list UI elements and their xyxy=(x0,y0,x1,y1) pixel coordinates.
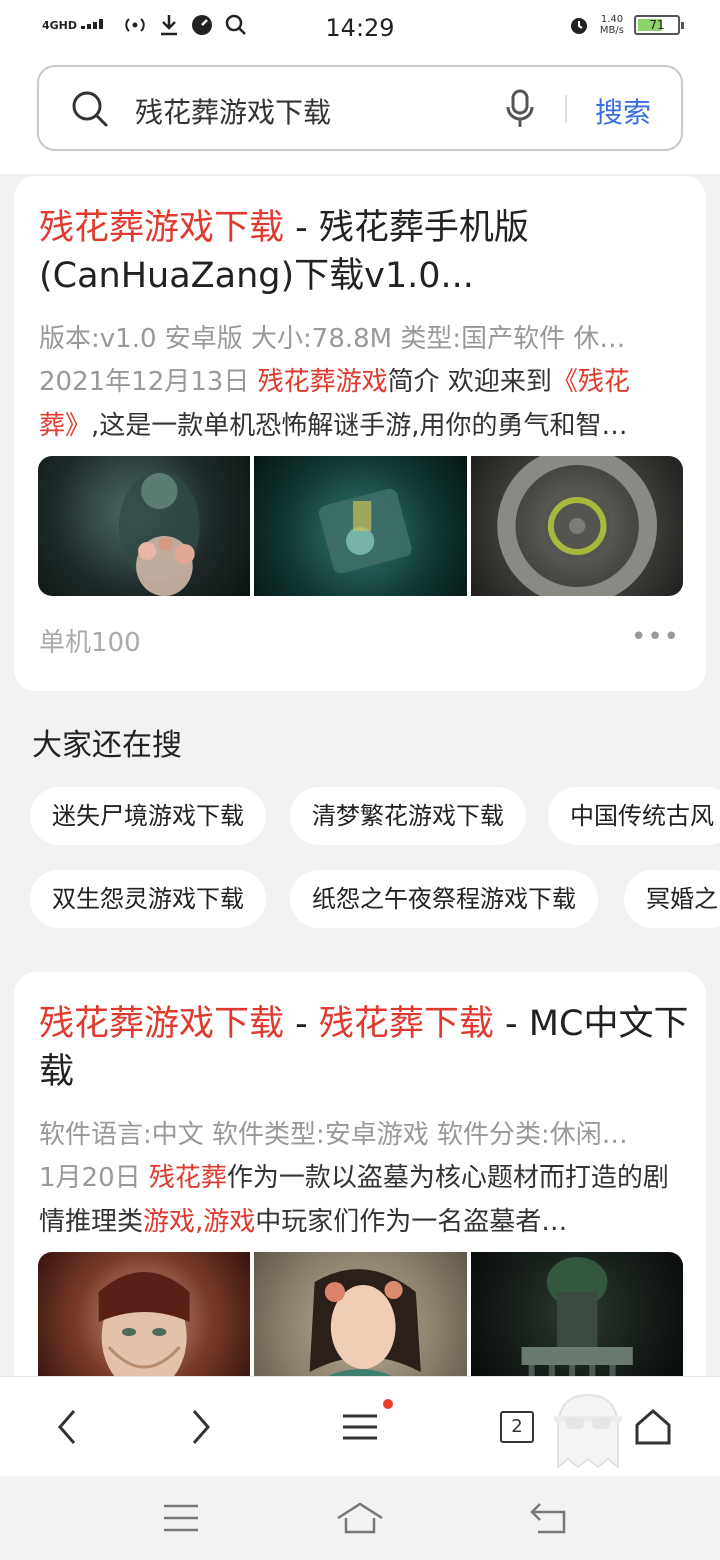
related-chip[interactable]: 双生怨灵游戏下载 xyxy=(30,870,266,928)
result-snippet: 2021年12月13日 残花葬游戏简介 欢迎来到《残花葬》,这是一款单机恐怖解谜… xyxy=(39,360,689,448)
battery-level: 71 xyxy=(649,18,665,32)
statue-graphic xyxy=(521,1257,633,1392)
microphone-icon[interactable] xyxy=(505,89,535,129)
related-chip[interactable]: 冥婚之 xyxy=(624,870,720,928)
game-art-graphic xyxy=(118,471,200,596)
snippet-part: ,这是一款单机恐怖解谜手游,用你的勇气和智… xyxy=(91,411,628,441)
result-snippet: 1月20日 残花葬作为一款以盗墓为核心题材而打造的剧情推理类游戏,游戏中玩家们作… xyxy=(39,1156,689,1244)
snippet-part: 简介 欢迎来到 xyxy=(387,367,552,397)
snippet-part: 残花葬 xyxy=(148,1163,227,1193)
forward-icon[interactable] xyxy=(186,1397,216,1457)
thumbnail-image[interactable] xyxy=(254,1252,467,1392)
system-back-icon[interactable] xyxy=(528,1500,568,1536)
system-home-icon[interactable] xyxy=(336,1500,384,1536)
alarm-icon xyxy=(570,18,587,34)
title-part: 残花葬下载 xyxy=(318,1004,494,1044)
related-searches-title: 大家还在搜 xyxy=(32,728,182,763)
home-icon[interactable] xyxy=(633,1397,673,1457)
result-card-1[interactable]: 残花葬游戏下载 - 残花葬手机版(CanHuaZang)下载v1.0... 版本… xyxy=(14,176,706,691)
search-header: 残花葬游戏下载 搜索 xyxy=(0,56,720,174)
more-options-icon[interactable]: ••• xyxy=(631,622,680,652)
search-divider xyxy=(565,95,567,123)
status-bar: 4GHD 14:29 1.40 MB/s 71 xyxy=(0,0,720,56)
result-meta: 软件语言:中文 软件类型:安卓游戏 软件分类:休闲… xyxy=(39,1120,628,1150)
battery-icon: 71 xyxy=(634,15,684,35)
thumbnail-image[interactable] xyxy=(470,456,683,596)
search-icon xyxy=(72,91,108,127)
result-meta: 版本:v1.0 安卓版 大小:78.8M 类型:国产软件 休… xyxy=(39,324,626,354)
result-images[interactable] xyxy=(38,456,683,596)
related-chip[interactable]: 清梦繁花游戏下载 xyxy=(290,787,526,845)
result-title[interactable]: 残花葬游戏下载 - 残花葬下载 - MC中文下载 xyxy=(39,1000,689,1096)
network-speed: 1.40 MB/s xyxy=(600,14,624,36)
thumbnail-image[interactable] xyxy=(254,456,467,596)
notification-dot xyxy=(383,1399,393,1409)
search-input[interactable]: 残花葬游戏下载 搜索 xyxy=(37,65,683,151)
speed-value: 1.40 xyxy=(600,14,624,25)
result-date: 2021年12月13日 xyxy=(39,367,250,397)
snippet-part: 中玩家们作为一名盗墓者… xyxy=(255,1207,568,1237)
browser-bottom-nav: 2 xyxy=(0,1376,720,1476)
menu-icon[interactable] xyxy=(340,1397,380,1457)
back-icon[interactable] xyxy=(52,1397,82,1457)
portrait-graphic xyxy=(309,1269,422,1391)
recents-icon[interactable] xyxy=(162,1502,200,1534)
snippet-part: 残花葬游戏 xyxy=(257,367,388,397)
related-chip[interactable]: 迷失尸境游戏下载 xyxy=(30,787,266,845)
title-highlight: 残花葬游戏下载 xyxy=(39,208,285,248)
title-part: 残花葬游戏下载 xyxy=(39,1004,285,1044)
result-images[interactable] xyxy=(38,1252,683,1392)
system-nav-bar xyxy=(0,1476,720,1560)
portrait-graphic xyxy=(98,1272,190,1392)
speed-unit: MB/s xyxy=(599,25,624,36)
stone-disk-graphic xyxy=(496,456,657,596)
title-part: - xyxy=(284,1004,319,1044)
result-title[interactable]: 残花葬游戏下载 - 残花葬手机版(CanHuaZang)下载v1.0... xyxy=(39,204,689,300)
result-card-2[interactable]: 残花葬游戏下载 - 残花葬下载 - MC中文下载 软件语言:中文 软件类型:安卓… xyxy=(14,972,706,1392)
result-source[interactable]: 单机100 xyxy=(39,622,141,659)
result-date: 1月20日 xyxy=(39,1163,141,1193)
search-query[interactable]: 残花葬游戏下载 xyxy=(135,91,331,131)
snippet-part: 游戏,游戏 xyxy=(143,1207,256,1237)
thumbnail-image[interactable] xyxy=(38,456,251,596)
related-chip[interactable]: 纸怨之午夜祭程游戏下载 xyxy=(290,870,598,928)
thumbnail-image[interactable] xyxy=(38,1252,251,1392)
search-button[interactable]: 搜索 xyxy=(595,91,651,131)
related-chip[interactable]: 中国传统古风 xyxy=(548,787,720,845)
status-right: 1.40 MB/s 71 xyxy=(568,14,684,36)
ghost-mascot-icon[interactable] xyxy=(548,1389,628,1473)
coffin-graphic xyxy=(319,488,412,574)
tabs-button[interactable]: 2 xyxy=(500,1411,534,1443)
thumbnail-image[interactable] xyxy=(470,1252,683,1392)
